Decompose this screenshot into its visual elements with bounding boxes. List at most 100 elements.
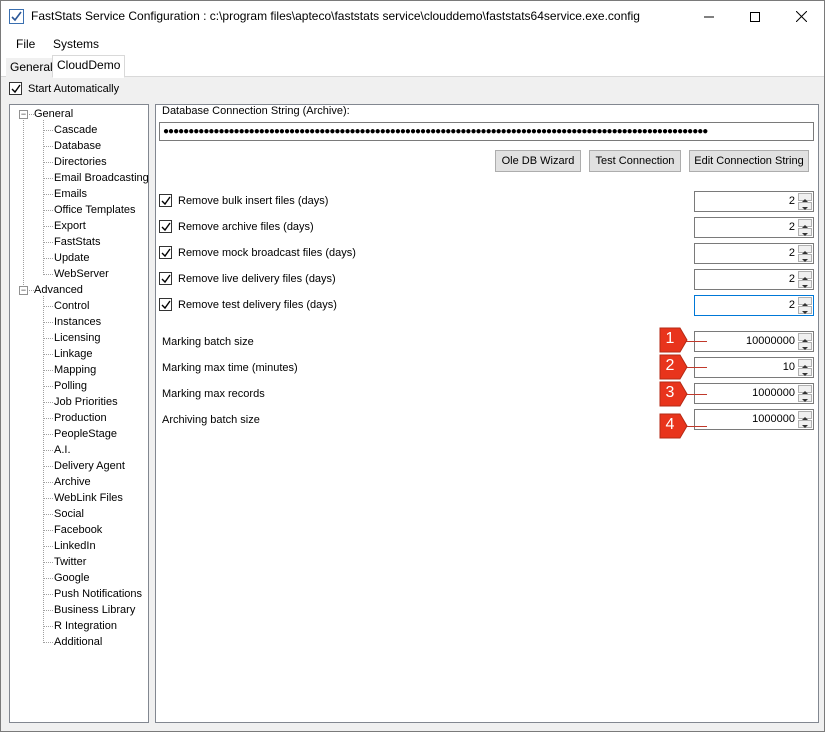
spin-down-icon[interactable] — [798, 394, 812, 402]
tab-clouddemo[interactable]: CloudDemo — [52, 55, 126, 78]
tree-item-linkedin[interactable]: LinkedIn — [54, 540, 96, 552]
tree-item-r-integration[interactable]: R Integration — [54, 620, 117, 632]
title-bar[interactable]: FastStats Service Configuration : c:\pro… — [1, 1, 824, 32]
menu-file[interactable]: File — [16, 37, 35, 51]
tree-item-additional[interactable]: Additional — [54, 636, 102, 648]
tree-item-twitter[interactable]: Twitter — [54, 556, 86, 568]
remove-archive-spinner[interactable]: 2 — [694, 217, 814, 238]
minimize-icon — [704, 16, 714, 17]
tree-item-webserver[interactable]: WebServer — [54, 268, 109, 280]
marking-max-records-spinner[interactable]: 1000000 — [694, 383, 814, 404]
callout-marker-4: 4 — [658, 413, 688, 439]
tree-item-instances[interactable]: Instances — [54, 316, 101, 328]
tab-strip: General CloudDemo — [1, 54, 824, 78]
tree-item-push-notifications[interactable]: Push Notifications — [54, 588, 142, 600]
tree-item-database[interactable]: Database — [54, 140, 101, 152]
tree-item-licensing[interactable]: Licensing — [54, 332, 100, 344]
tree-item-job-priorities[interactable]: Job Priorities — [54, 396, 118, 408]
tree-item-facebook[interactable]: Facebook — [54, 524, 102, 536]
spin-down-icon[interactable] — [798, 254, 812, 262]
connection-string-field[interactable]: ●●●●●●●●●●●●●●●●●●●●●●●●●●●●●●●●●●●●●●●●… — [159, 122, 814, 141]
tree-item-production[interactable]: Production — [54, 412, 107, 424]
menu-systems[interactable]: Systems — [53, 37, 99, 51]
tree-item-polling[interactable]: Polling — [54, 380, 87, 392]
tree-item-delivery-agent[interactable]: Delivery Agent — [54, 460, 125, 472]
spin-down-icon[interactable] — [798, 306, 812, 314]
app-icon — [9, 9, 24, 24]
tree-item-linkage[interactable]: Linkage — [54, 348, 93, 360]
remove-test-delivery-checkbox[interactable] — [159, 298, 172, 311]
remove-mock-broadcast-spinner[interactable]: 2 — [694, 243, 814, 264]
maximize-button[interactable] — [732, 1, 778, 32]
archiving-batch-size-spinner[interactable]: 1000000 — [694, 409, 814, 430]
tree-item-mapping[interactable]: Mapping — [54, 364, 96, 376]
ole-db-wizard-button[interactable]: Ole DB Wizard — [495, 150, 581, 172]
remove-mock-broadcast-label: Remove mock broadcast files (days) — [178, 247, 356, 259]
marking-max-records-label: Marking max records — [162, 388, 265, 400]
remove-bulk-insert-spinner[interactable]: 2 — [694, 191, 814, 212]
spin-up-icon[interactable] — [798, 271, 812, 280]
collapse-general-icon[interactable]: − — [19, 110, 28, 119]
remove-bulk-insert-checkbox[interactable] — [159, 194, 172, 207]
tree-item-business-library[interactable]: Business Library — [54, 604, 135, 616]
remove-live-delivery-checkbox[interactable] — [159, 272, 172, 285]
marking-max-time-spinner[interactable]: 10 — [694, 357, 814, 378]
callout-marker-3: 3 — [658, 381, 688, 407]
tree-item-export[interactable]: Export — [54, 220, 86, 232]
remove-test-delivery-spinner[interactable]: 2 — [694, 295, 814, 316]
edit-connection-string-button[interactable]: Edit Connection String — [689, 150, 809, 172]
spin-down-icon[interactable] — [798, 368, 812, 376]
tree-node-general[interactable]: General — [34, 108, 73, 120]
tab-general[interactable]: General — [6, 58, 57, 77]
spin-up-icon[interactable] — [798, 245, 812, 254]
checkmark-icon — [161, 274, 171, 284]
tree-item-faststats[interactable]: FastStats — [54, 236, 100, 248]
checkmark-icon — [161, 248, 171, 258]
spin-up-icon[interactable] — [798, 385, 812, 394]
tree-item-archive[interactable]: Archive — [54, 476, 91, 488]
spin-up-icon[interactable] — [798, 359, 812, 368]
tree-item-update[interactable]: Update — [54, 252, 89, 264]
callout-number: 4 — [665, 416, 675, 433]
marking-max-time-label: Marking max time (minutes) — [162, 362, 298, 374]
minimize-button[interactable] — [686, 1, 732, 32]
checkmark-icon — [161, 300, 171, 310]
tree-item-weblink-files[interactable]: WebLink Files — [54, 492, 123, 504]
spin-down-icon[interactable] — [798, 342, 812, 350]
tree-item-control[interactable]: Control — [54, 300, 89, 312]
spin-down-icon[interactable] — [798, 202, 812, 210]
checkmark-icon — [161, 196, 171, 206]
tree-item-emails[interactable]: Emails — [54, 188, 87, 200]
tree-node-advanced[interactable]: Advanced — [34, 284, 83, 296]
tree-item-cascade[interactable]: Cascade — [54, 124, 97, 136]
spin-up-icon[interactable] — [798, 411, 812, 420]
tree-item-ai[interactable]: A.I. — [54, 444, 71, 456]
test-connection-button[interactable]: Test Connection — [589, 150, 681, 172]
collapse-advanced-icon[interactable]: − — [19, 286, 28, 295]
start-automatically-checkbox[interactable] — [9, 82, 22, 95]
tree-item-social[interactable]: Social — [54, 508, 84, 520]
spin-down-icon[interactable] — [798, 420, 812, 428]
marking-batch-size-spinner[interactable]: 10000000 — [694, 331, 814, 352]
tree-item-directories[interactable]: Directories — [54, 156, 107, 168]
tree-item-office-templates[interactable]: Office Templates — [54, 204, 136, 216]
remove-live-delivery-spinner[interactable]: 2 — [694, 269, 814, 290]
remove-test-delivery-label: Remove test delivery files (days) — [178, 299, 337, 311]
remove-archive-checkbox[interactable] — [159, 220, 172, 233]
close-button[interactable] — [778, 1, 824, 32]
checkmark-icon — [11, 84, 21, 94]
spin-down-icon[interactable] — [798, 228, 812, 236]
remove-mock-broadcast-checkbox[interactable] — [159, 246, 172, 259]
settings-tree[interactable]: − General Cascade Database Directories E… — [9, 104, 149, 723]
spin-down-icon[interactable] — [798, 280, 812, 288]
tree-item-peoplestage[interactable]: PeopleStage — [54, 428, 117, 440]
spinner-value: 1000000 — [752, 387, 795, 399]
spin-up-icon[interactable] — [798, 333, 812, 342]
spin-up-icon[interactable] — [798, 297, 812, 306]
tree-item-google[interactable]: Google — [54, 572, 89, 584]
spin-up-icon[interactable] — [798, 219, 812, 228]
window-title: FastStats Service Configuration : c:\pro… — [31, 9, 640, 23]
spin-up-icon[interactable] — [798, 193, 812, 202]
tree-item-email-broadcasting[interactable]: Email Broadcasting — [54, 172, 148, 184]
spinner-value: 10000000 — [746, 335, 795, 347]
